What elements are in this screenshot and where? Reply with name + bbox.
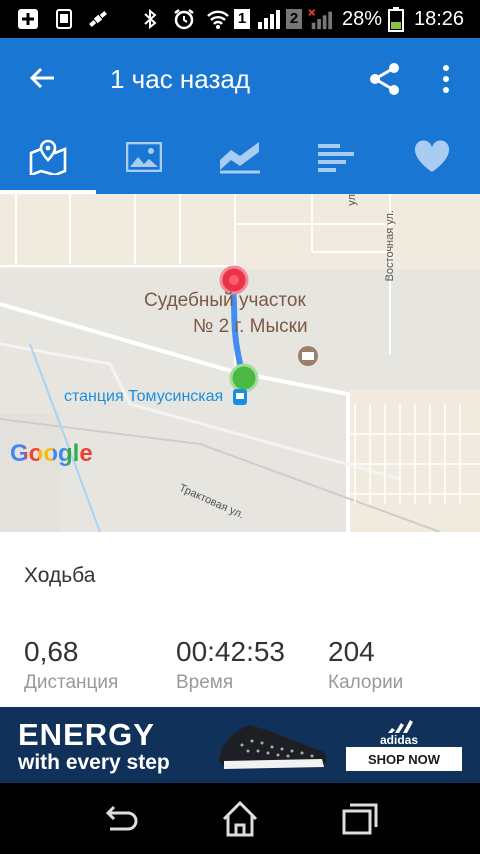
adidas-logo: adidas [380, 719, 418, 747]
calories-value: 204 [328, 636, 375, 667]
recents-icon [342, 803, 378, 835]
tab-laps[interactable] [288, 120, 384, 194]
poi-label-line1: Судебный участок [144, 290, 306, 311]
calories-label: Калории [328, 672, 404, 693]
map-icon [29, 139, 67, 175]
bluetooth-icon [138, 7, 162, 31]
tab-bar [0, 120, 480, 194]
adidas-stripes-icon [388, 720, 413, 733]
distance-value: 0,68 [24, 636, 79, 667]
tab-charts[interactable] [192, 120, 288, 194]
distance-label: Дистанция [24, 672, 119, 693]
system-nav-bar [0, 783, 480, 854]
more-vert-icon [443, 65, 449, 93]
page-title: 1 час назад [110, 64, 250, 94]
satellite-icon [86, 7, 110, 31]
nav-home-button[interactable] [218, 797, 262, 841]
home-icon [222, 800, 258, 837]
route-map[interactable]: Судебный участок № 2 г. Мыски станция То… [0, 194, 480, 532]
app-bar: 1 час назад [0, 38, 480, 120]
street-label-vostochnaya: Восточная ул. [384, 210, 396, 282]
time-value: 00:42:53 [176, 636, 285, 667]
wifi-icon [206, 7, 230, 31]
tab-favorite[interactable] [384, 120, 480, 194]
add-box-icon [16, 7, 40, 31]
clock: 18:26 [414, 8, 465, 30]
street-label-partial: ул [346, 194, 358, 206]
share-icon [370, 63, 399, 95]
status-bar: 1 2 28% 18:26 [0, 0, 480, 38]
ad-banner[interactable]: ENERGY with every step adidas SHOP NOW [0, 707, 480, 783]
ad-headline: ENERGY [18, 717, 155, 752]
battery-percent: 28% [342, 8, 383, 30]
time-label: Время [176, 672, 234, 693]
route-start-marker [229, 363, 259, 393]
share-button[interactable] [366, 60, 404, 98]
image-icon [126, 142, 162, 172]
screenshot-icon [52, 7, 76, 31]
nav-back-button[interactable] [98, 797, 142, 841]
poi-label-line2: № 2 г. Мыски [193, 316, 308, 337]
chart-icon [220, 142, 260, 174]
tab-photos[interactable] [96, 120, 192, 194]
signal-icon [256, 7, 280, 31]
back-icon [105, 805, 138, 831]
ad-subline: with every step [18, 751, 170, 774]
google-logo: Google [10, 440, 93, 467]
bars-icon [318, 144, 354, 172]
back-button[interactable] [24, 60, 60, 96]
activity-type: Ходьба [24, 564, 96, 587]
battery-icon [384, 7, 408, 32]
map-canvas [0, 194, 480, 532]
activity-summary: Ходьба 0,68 Дистанция 00:42:53 Время 204… [0, 532, 480, 707]
station-label: станция Томусинская [64, 388, 224, 405]
sim2-badge: 2 [286, 9, 302, 29]
nav-recents-button[interactable] [338, 797, 382, 841]
heart-icon [414, 140, 450, 172]
alarm-icon [172, 7, 196, 31]
tab-map[interactable] [0, 120, 96, 194]
arrow-left-icon [29, 67, 54, 89]
shop-now-button[interactable]: SHOP NOW [346, 747, 462, 771]
signal-off-icon [308, 7, 332, 31]
more-options-button[interactable] [432, 60, 460, 98]
shoe-image [219, 725, 327, 769]
sim1-badge: 1 [234, 9, 250, 29]
